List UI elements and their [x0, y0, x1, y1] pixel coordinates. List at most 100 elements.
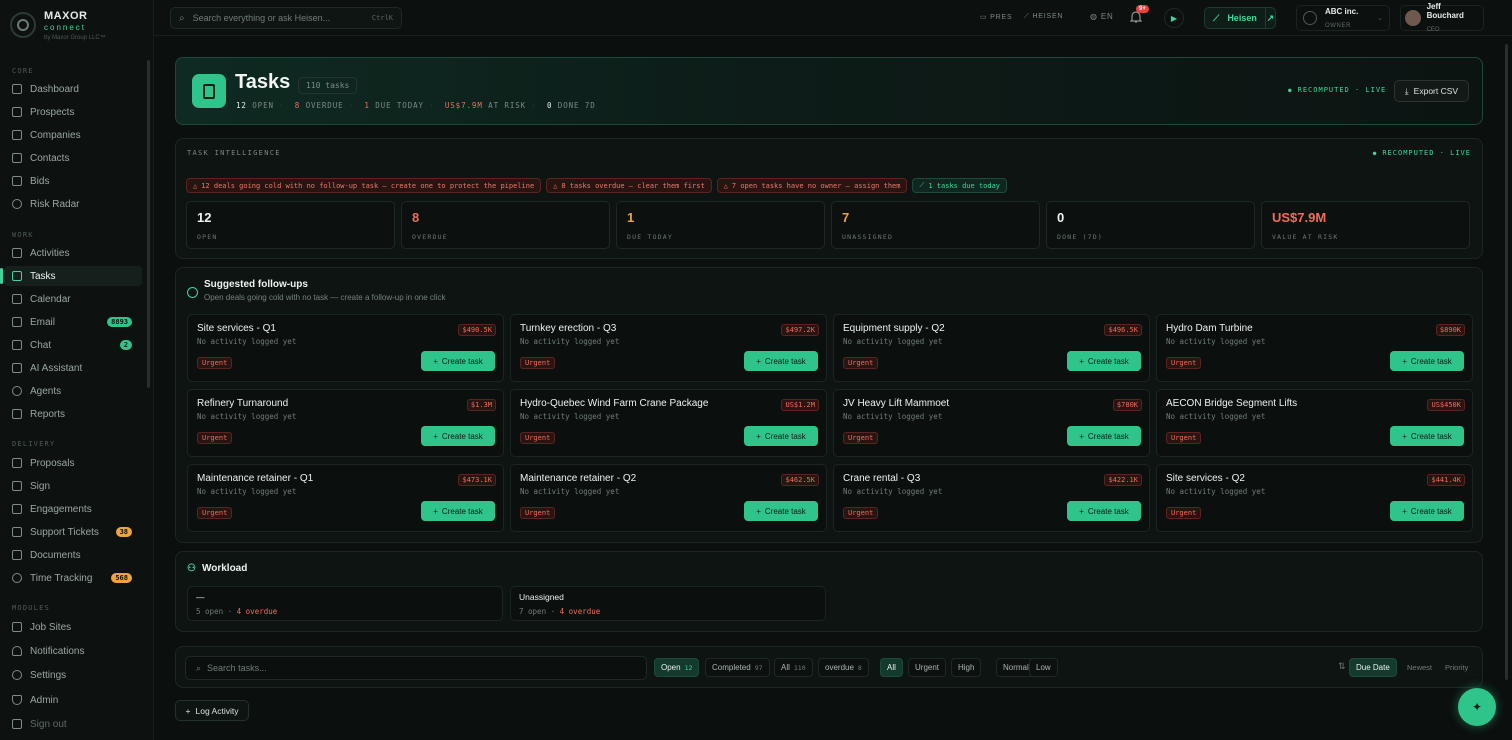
- priority-low[interactable]: Low: [1029, 658, 1058, 677]
- urgent-badge: Urgent: [197, 432, 233, 444]
- log-activity-button[interactable]: + Log Activity: [175, 700, 249, 721]
- create-task-button[interactable]: + Create task: [1067, 426, 1141, 446]
- priority-urgent[interactable]: Urgent: [908, 658, 947, 677]
- company-switcher[interactable]: ABC inc. OWNER ⌄: [1296, 5, 1390, 31]
- create-task-button[interactable]: + Create task: [421, 351, 495, 371]
- filter-all[interactable]: All 110: [774, 658, 813, 677]
- task-search-input[interactable]: ⌕ Search tasks...: [185, 656, 647, 680]
- deal-amount: $473.1K: [458, 474, 496, 486]
- create-task-button[interactable]: + Create task: [1067, 501, 1141, 521]
- priority-high[interactable]: High: [951, 658, 982, 677]
- insight-chip[interactable]: △ 7 open tasks have no owner — assign the…: [716, 178, 908, 193]
- workload-card[interactable]: Unassigned 7 open · 4 overdue: [510, 586, 826, 621]
- sidebar-item-sign[interactable]: Sign: [4, 476, 142, 496]
- insight-chip[interactable]: △ 8 tasks overdue — clear them first: [546, 178, 712, 193]
- heisen-link[interactable]: ⟋ HEISEN: [1024, 13, 1063, 21]
- sidebar-item-sign-out[interactable]: Sign out: [4, 714, 142, 734]
- suggestions-title: Suggested follow-ups: [204, 279, 308, 290]
- play-button[interactable]: ▶: [1164, 8, 1184, 28]
- suggestion-card: JV Heavy Lift Mammoet $780K No activity lo…: [833, 389, 1150, 457]
- sidebar-item-email[interactable]: Email 8893: [4, 312, 142, 332]
- sidebar-item-job-sites[interactable]: Job Sites: [4, 617, 142, 637]
- workload-card[interactable]: — 5 open · 4 overdue: [187, 586, 503, 621]
- sidebar-item-contacts[interactable]: Contacts: [4, 148, 142, 168]
- filter-completed[interactable]: Completed 97: [705, 658, 770, 677]
- assistant-fab[interactable]: ✦: [1458, 688, 1496, 726]
- sidebar-item-prospects[interactable]: Prospects: [4, 102, 142, 122]
- language-switch[interactable]: ◍ EN: [1090, 12, 1114, 21]
- deal-amount: $890K: [1435, 324, 1465, 336]
- sidebar-item-chat[interactable]: Chat 2: [4, 335, 142, 355]
- stat-value: 0: [1057, 210, 1065, 225]
- play-icon: ▶: [1170, 13, 1178, 23]
- insight-chip[interactable]: ⟋ 1 tasks due today: [912, 178, 1008, 193]
- sidebar-scrollbar[interactable]: [147, 60, 150, 388]
- sidebar-item-reports[interactable]: Reports: [4, 404, 142, 424]
- task-filter-bar: ⌕ Search tasks... Open 12 Completed 97 All 1…: [175, 646, 1483, 688]
- brand[interactable]: MAXOR connect by Maxor Group LLC™: [10, 10, 106, 41]
- sidebar-item-ai-assistant[interactable]: AI Assistant: [4, 358, 142, 378]
- filter-overdue[interactable]: overdue 8: [818, 658, 869, 677]
- sidebar-item-support-tickets[interactable]: Support Tickets 38: [4, 522, 142, 542]
- shield-icon: [12, 695, 22, 705]
- sidebar-item-admin[interactable]: Admin: [4, 690, 142, 710]
- sort-due-date[interactable]: Due Date: [1349, 658, 1397, 677]
- create-task-button[interactable]: + Create task: [421, 426, 495, 446]
- global-search-input[interactable]: Search everything or ask Heisen...: [193, 13, 331, 23]
- suggestion-card: Maintenance retainer - Q2 $462.5K No activ…: [510, 464, 827, 532]
- stat-value: 12: [197, 210, 212, 225]
- create-task-button[interactable]: + Create task: [744, 501, 818, 521]
- sidebar-item-documents[interactable]: Documents: [4, 545, 142, 565]
- avatar: [1405, 10, 1421, 26]
- stat-label: DUE TODAY: [627, 233, 674, 241]
- wand-icon: ⟋: [1213, 12, 1220, 23]
- search-icon: ⌕: [179, 12, 185, 24]
- stat-card: 7 UNASSIGNED: [831, 201, 1040, 249]
- global-search[interactable]: ⌕ Search everything or ask Heisen... Ctr…: [170, 7, 402, 29]
- create-task-button[interactable]: + Create task: [1390, 426, 1464, 446]
- intel-live-indicator: RECOMPUTED · LIVE: [1373, 149, 1471, 157]
- plus-icon: +: [1402, 506, 1407, 516]
- section-work: WORK: [12, 231, 34, 239]
- suggestion-card: Equipment supply - Q2 $496.5K No activity …: [833, 314, 1150, 382]
- heisen-button[interactable]: ⟋ Heisen ↗: [1204, 7, 1276, 29]
- sidebar-item-agents[interactable]: Agents: [4, 381, 142, 401]
- create-task-button[interactable]: + Create task: [421, 501, 495, 521]
- mail-icon: [12, 317, 22, 327]
- create-task-button[interactable]: + Create task: [1390, 501, 1464, 521]
- sidebar-item-time-tracking[interactable]: Time Tracking 568: [4, 568, 142, 588]
- create-task-button[interactable]: + Create task: [744, 351, 818, 371]
- sidebar-item-bids[interactable]: Bids: [4, 171, 142, 191]
- live-indicator: RECOMPUTED · LIVE: [1288, 86, 1386, 94]
- sidebar-item-companies[interactable]: Companies: [4, 125, 142, 145]
- task-count: 110 tasks: [298, 77, 358, 94]
- gear-icon: [12, 670, 22, 680]
- export-csv-button[interactable]: ⤓ Export CSV: [1394, 80, 1469, 102]
- create-task-button[interactable]: + Create task: [744, 426, 818, 446]
- sidebar-item-proposals[interactable]: Proposals: [4, 453, 142, 473]
- stat-label: DONE (7D): [1057, 233, 1104, 241]
- sidebar-item-dashboard[interactable]: Dashboard: [4, 79, 142, 99]
- sidebar-item-notifications[interactable]: Notifications: [4, 641, 142, 661]
- create-task-button[interactable]: + Create task: [1067, 351, 1141, 371]
- filter-open[interactable]: Open 12: [654, 658, 700, 677]
- create-task-button[interactable]: + Create task: [1390, 351, 1464, 371]
- user-menu[interactable]: Jeff Bouchard CEO: [1400, 2, 1484, 33]
- sidebar-item-activities[interactable]: Activities: [4, 243, 142, 263]
- deal-activity-meta: No activity logged yet: [1166, 412, 1266, 421]
- plus-icon: +: [756, 506, 761, 516]
- pres-link[interactable]: ▭ PRES: [980, 13, 1012, 21]
- priority-all[interactable]: All: [880, 658, 903, 677]
- main-scrollbar[interactable]: [1505, 44, 1508, 680]
- sidebar-item-risk-radar[interactable]: Risk Radar: [4, 194, 142, 214]
- sidebar-item-tasks[interactable]: Tasks: [0, 266, 142, 286]
- sidebar-item-settings[interactable]: Settings: [4, 665, 142, 685]
- sort-priority[interactable]: Priority: [1445, 663, 1468, 672]
- sidebar-item-calendar[interactable]: Calendar: [4, 289, 142, 309]
- plus-icon: +: [756, 431, 761, 441]
- sidebar-item-engagements[interactable]: Engagements: [4, 499, 142, 519]
- urgent-badge: Urgent: [1166, 432, 1202, 444]
- insight-chip[interactable]: △ 12 deals going cold with no follow-up t…: [186, 178, 542, 193]
- sort-newest[interactable]: Newest: [1407, 663, 1432, 672]
- external-link-icon[interactable]: ↗: [1264, 8, 1275, 28]
